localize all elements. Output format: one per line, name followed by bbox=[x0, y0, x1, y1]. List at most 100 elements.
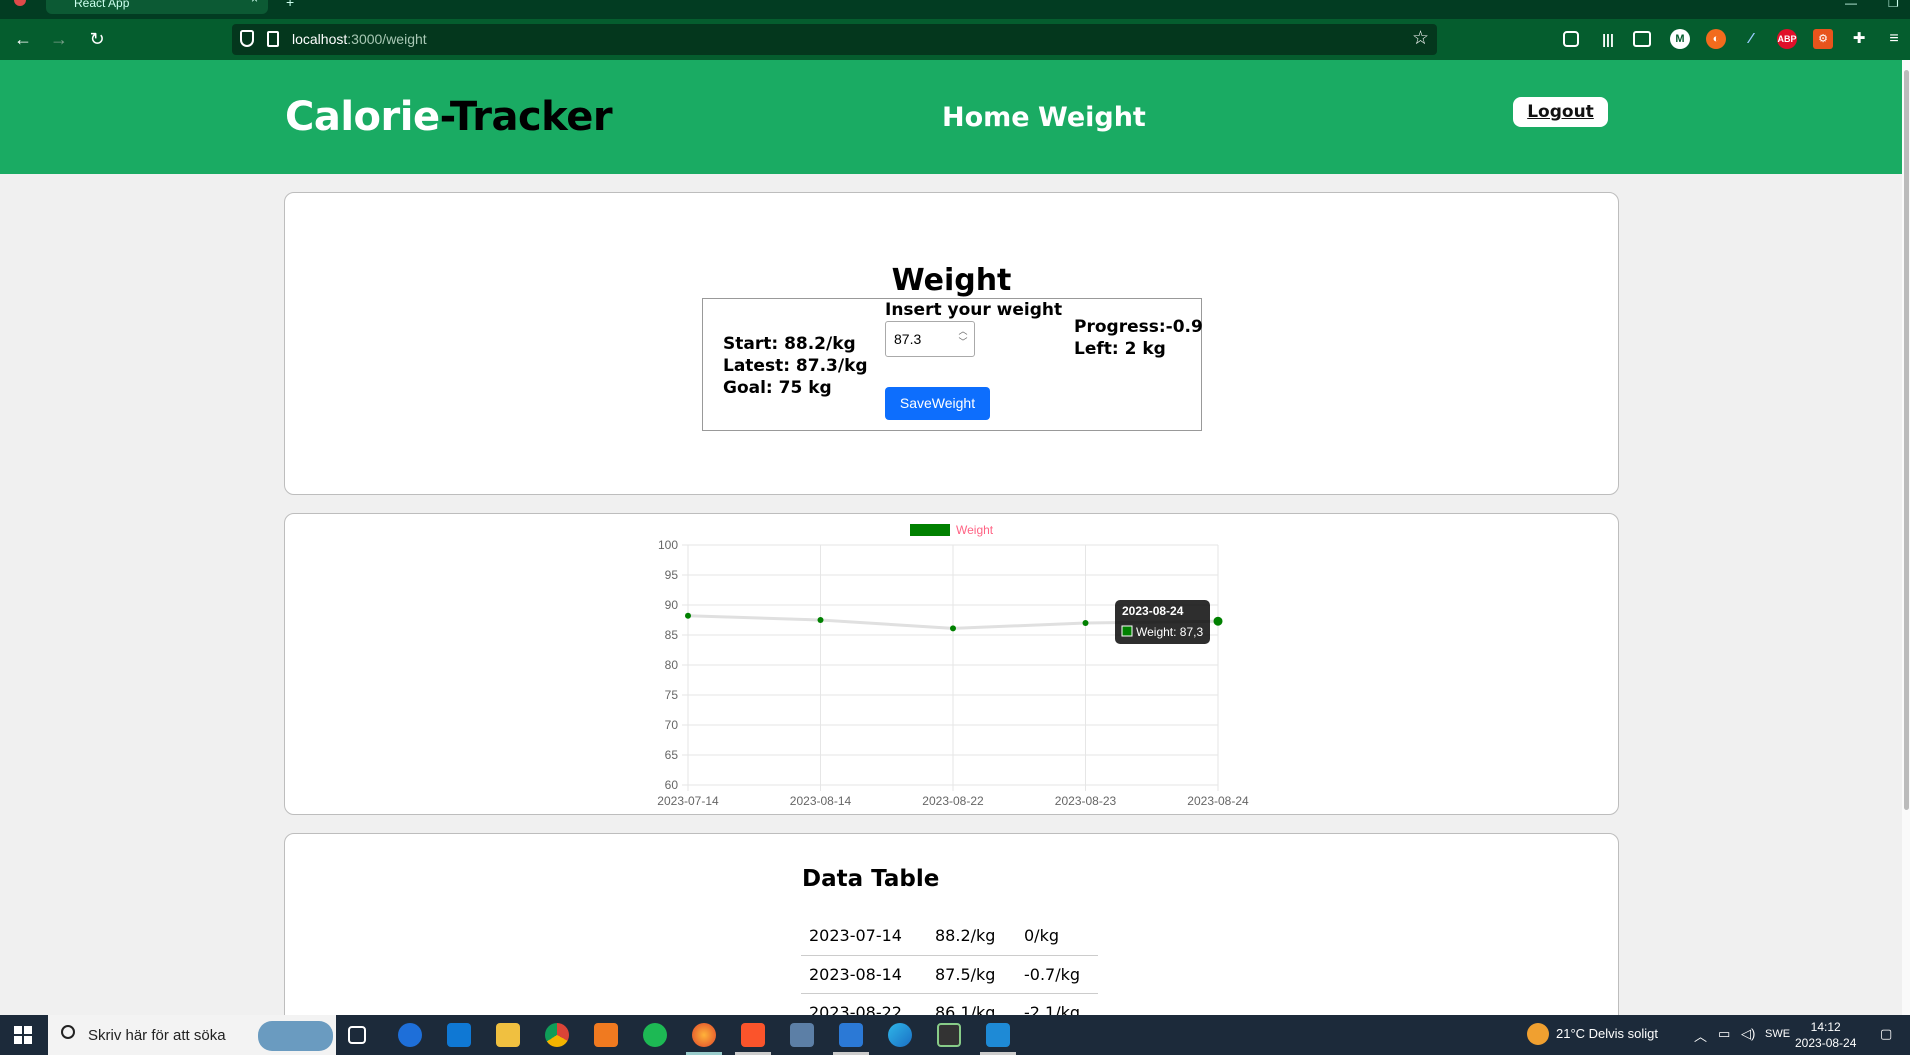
x-tick-label: 2023-08-23 bbox=[1055, 794, 1117, 808]
tab-title: React App bbox=[74, 0, 130, 10]
extension-m-icon[interactable]: M bbox=[1670, 29, 1690, 49]
mail-icon[interactable] bbox=[447, 1023, 471, 1047]
weather-text[interactable]: 21°C Delvis soligt bbox=[1556, 1026, 1658, 1041]
tooltip-title: 2023-08-24 bbox=[1122, 604, 1184, 618]
chrome-icon[interactable] bbox=[545, 1023, 569, 1047]
weather-icon[interactable] bbox=[1527, 1023, 1549, 1045]
menu-hamburger-icon[interactable]: ≡ bbox=[1884, 29, 1904, 49]
windows-start-icon[interactable] bbox=[14, 1026, 32, 1044]
minimize-icon[interactable]: — bbox=[1845, 0, 1857, 10]
weight-card: Weight Start: 88.2/kg Latest: 87.3/kg Go… bbox=[284, 192, 1619, 495]
bookmark-star-icon[interactable]: ☆ bbox=[1412, 27, 1429, 50]
weight-panel: Start: 88.2/kg Latest: 87.3/kg Goal: 75 … bbox=[702, 298, 1203, 431]
brave-icon[interactable] bbox=[741, 1023, 765, 1047]
weight-title: Weight bbox=[891, 263, 1012, 298]
restore-icon[interactable]: ❐ bbox=[1888, 0, 1899, 10]
volume-icon[interactable]: ◁) bbox=[1741, 1026, 1755, 1042]
goal-weight: Goal: 75 kg bbox=[723, 378, 832, 398]
adblock-plus-icon[interactable]: ABP bbox=[1777, 29, 1797, 49]
table-cell: 87.5/kg bbox=[927, 955, 1016, 994]
y-tick-label: 75 bbox=[665, 688, 679, 702]
extension-orange-icon[interactable]: ⚙ bbox=[1813, 29, 1833, 49]
y-tick-label: 90 bbox=[665, 598, 679, 612]
extensions-puzzle-icon[interactable]: ✚ bbox=[1849, 29, 1869, 49]
window-close-dot[interactable] bbox=[14, 0, 26, 6]
legend-swatch-weight bbox=[910, 524, 950, 536]
edge-icon[interactable] bbox=[888, 1023, 912, 1047]
taskbar-clock[interactable]: 14:12 2023-08-24 bbox=[1795, 1019, 1856, 1051]
notifications-icon[interactable]: ▢ bbox=[1880, 1026, 1892, 1042]
browser-tab-strip: React App × + — ❐ bbox=[0, 0, 1910, 19]
app-header: Calorie-Tracker Home Weight Logout bbox=[0, 60, 1902, 174]
extension-picker-icon[interactable]: ⁄ bbox=[1741, 29, 1761, 49]
left-value: Left: 2 kg bbox=[1074, 339, 1166, 359]
scrollbar-thumb[interactable] bbox=[1904, 70, 1909, 810]
tab-close-icon[interactable]: × bbox=[251, 0, 258, 5]
data-point bbox=[1082, 620, 1089, 626]
network-icon[interactable]: ▭ bbox=[1718, 1026, 1730, 1042]
forward-arrow-icon[interactable]: → bbox=[46, 27, 72, 51]
library-icon[interactable]: ||| bbox=[1598, 29, 1618, 49]
y-tick-label: 80 bbox=[665, 658, 679, 672]
app-brand[interactable]: Calorie-Tracker bbox=[285, 94, 613, 140]
save-weight-button[interactable]: SaveWeight bbox=[885, 387, 990, 420]
tooltip-text: Weight: 87,3 bbox=[1136, 625, 1203, 639]
table-cell: 2023-07-14 bbox=[801, 917, 927, 956]
data-point bbox=[950, 625, 956, 632]
y-tick-label: 70 bbox=[665, 718, 679, 732]
extension-duckduckgo-icon[interactable]: ◐ bbox=[1706, 29, 1726, 49]
reload-icon[interactable]: ↻ bbox=[84, 27, 110, 51]
page-info-icon[interactable] bbox=[267, 31, 279, 47]
data-point bbox=[817, 617, 824, 623]
search-placeholder: Skriv här för att söka bbox=[88, 1027, 226, 1044]
weight-line-chart: 100 95 90 85 80 75 70 65 60 2023-07-14 2023-08-14 2… bbox=[657, 523, 1249, 808]
x-tick-label: 2023-08-14 bbox=[790, 794, 852, 808]
chart-card: 100 95 90 85 80 75 70 65 60 2023-07-14 2023-08-14 2… bbox=[284, 513, 1619, 815]
x-tick-label: 2023-08-22 bbox=[922, 794, 984, 808]
sidebar-icon[interactable] bbox=[1633, 31, 1651, 47]
y-tick-label: 85 bbox=[665, 628, 679, 642]
logout-button[interactable]: Logout bbox=[1513, 97, 1608, 127]
pocket-icon[interactable] bbox=[1563, 31, 1579, 47]
app-blue-icon[interactable] bbox=[398, 1023, 422, 1047]
y-tick-label: 65 bbox=[665, 748, 679, 762]
browser-tab[interactable]: React App × bbox=[46, 0, 268, 14]
spotify-icon[interactable] bbox=[643, 1023, 667, 1047]
tooltip-swatch bbox=[1121, 625, 1133, 637]
table-cell: 2023-08-14 bbox=[801, 955, 927, 994]
address-bar[interactable]: localhost:3000/weight ☆ bbox=[232, 24, 1437, 55]
vscode-icon[interactable] bbox=[986, 1023, 1010, 1047]
calculator-icon[interactable] bbox=[790, 1023, 814, 1047]
xampp-icon[interactable] bbox=[594, 1023, 618, 1047]
start-weight: Start: 88.2/kg bbox=[723, 334, 856, 354]
back-arrow-icon[interactable]: ← bbox=[10, 27, 36, 51]
y-tick-label: 100 bbox=[658, 538, 678, 552]
new-tab-icon[interactable]: + bbox=[286, 0, 294, 10]
number-spinner-icon[interactable]: ︿ ﹀ bbox=[956, 326, 970, 350]
terminal-icon[interactable] bbox=[937, 1023, 961, 1047]
progress-value: Progress:-0.9 bbox=[1074, 317, 1203, 337]
nav-home-link[interactable]: Home bbox=[942, 102, 1030, 133]
windows-taskbar: Skriv här för att söka 21°C Delvis solig… bbox=[0, 1015, 1910, 1055]
url-text[interactable]: localhost:3000/weight bbox=[292, 31, 427, 47]
y-tick-label: 60 bbox=[665, 778, 679, 792]
notepad-icon[interactable] bbox=[839, 1023, 863, 1047]
browser-toolbar: ← → ↻ localhost:3000/weight ☆ ||| M ◐ ⁄ … bbox=[0, 19, 1910, 60]
table-cell: -0.7/kg bbox=[1016, 955, 1098, 994]
show-hidden-icons-chevron-icon[interactable]: ︿ bbox=[1694, 1026, 1707, 1045]
x-tick-label: 2023-08-24 bbox=[1187, 794, 1249, 808]
table-cell: 0/kg bbox=[1016, 917, 1098, 956]
taskbar-search[interactable]: Skriv här för att söka bbox=[48, 1015, 336, 1055]
x-tick-label: 2023-07-14 bbox=[657, 794, 719, 808]
task-view-icon[interactable] bbox=[348, 1026, 366, 1044]
y-tick-label: 95 bbox=[665, 568, 679, 582]
page-scrollbar[interactable] bbox=[1902, 60, 1910, 1015]
nav-weight-link[interactable]: Weight bbox=[1038, 102, 1146, 133]
file-explorer-icon[interactable] bbox=[496, 1023, 520, 1047]
firefox-icon[interactable] bbox=[692, 1023, 716, 1047]
language-indicator[interactable]: SWE bbox=[1765, 1028, 1790, 1040]
data-table-title: Data Table bbox=[802, 866, 940, 892]
table-row: 2023-07-14 88.2/kg 0/kg bbox=[801, 917, 1098, 956]
shield-icon[interactable] bbox=[240, 30, 254, 47]
search-icon bbox=[61, 1025, 75, 1039]
